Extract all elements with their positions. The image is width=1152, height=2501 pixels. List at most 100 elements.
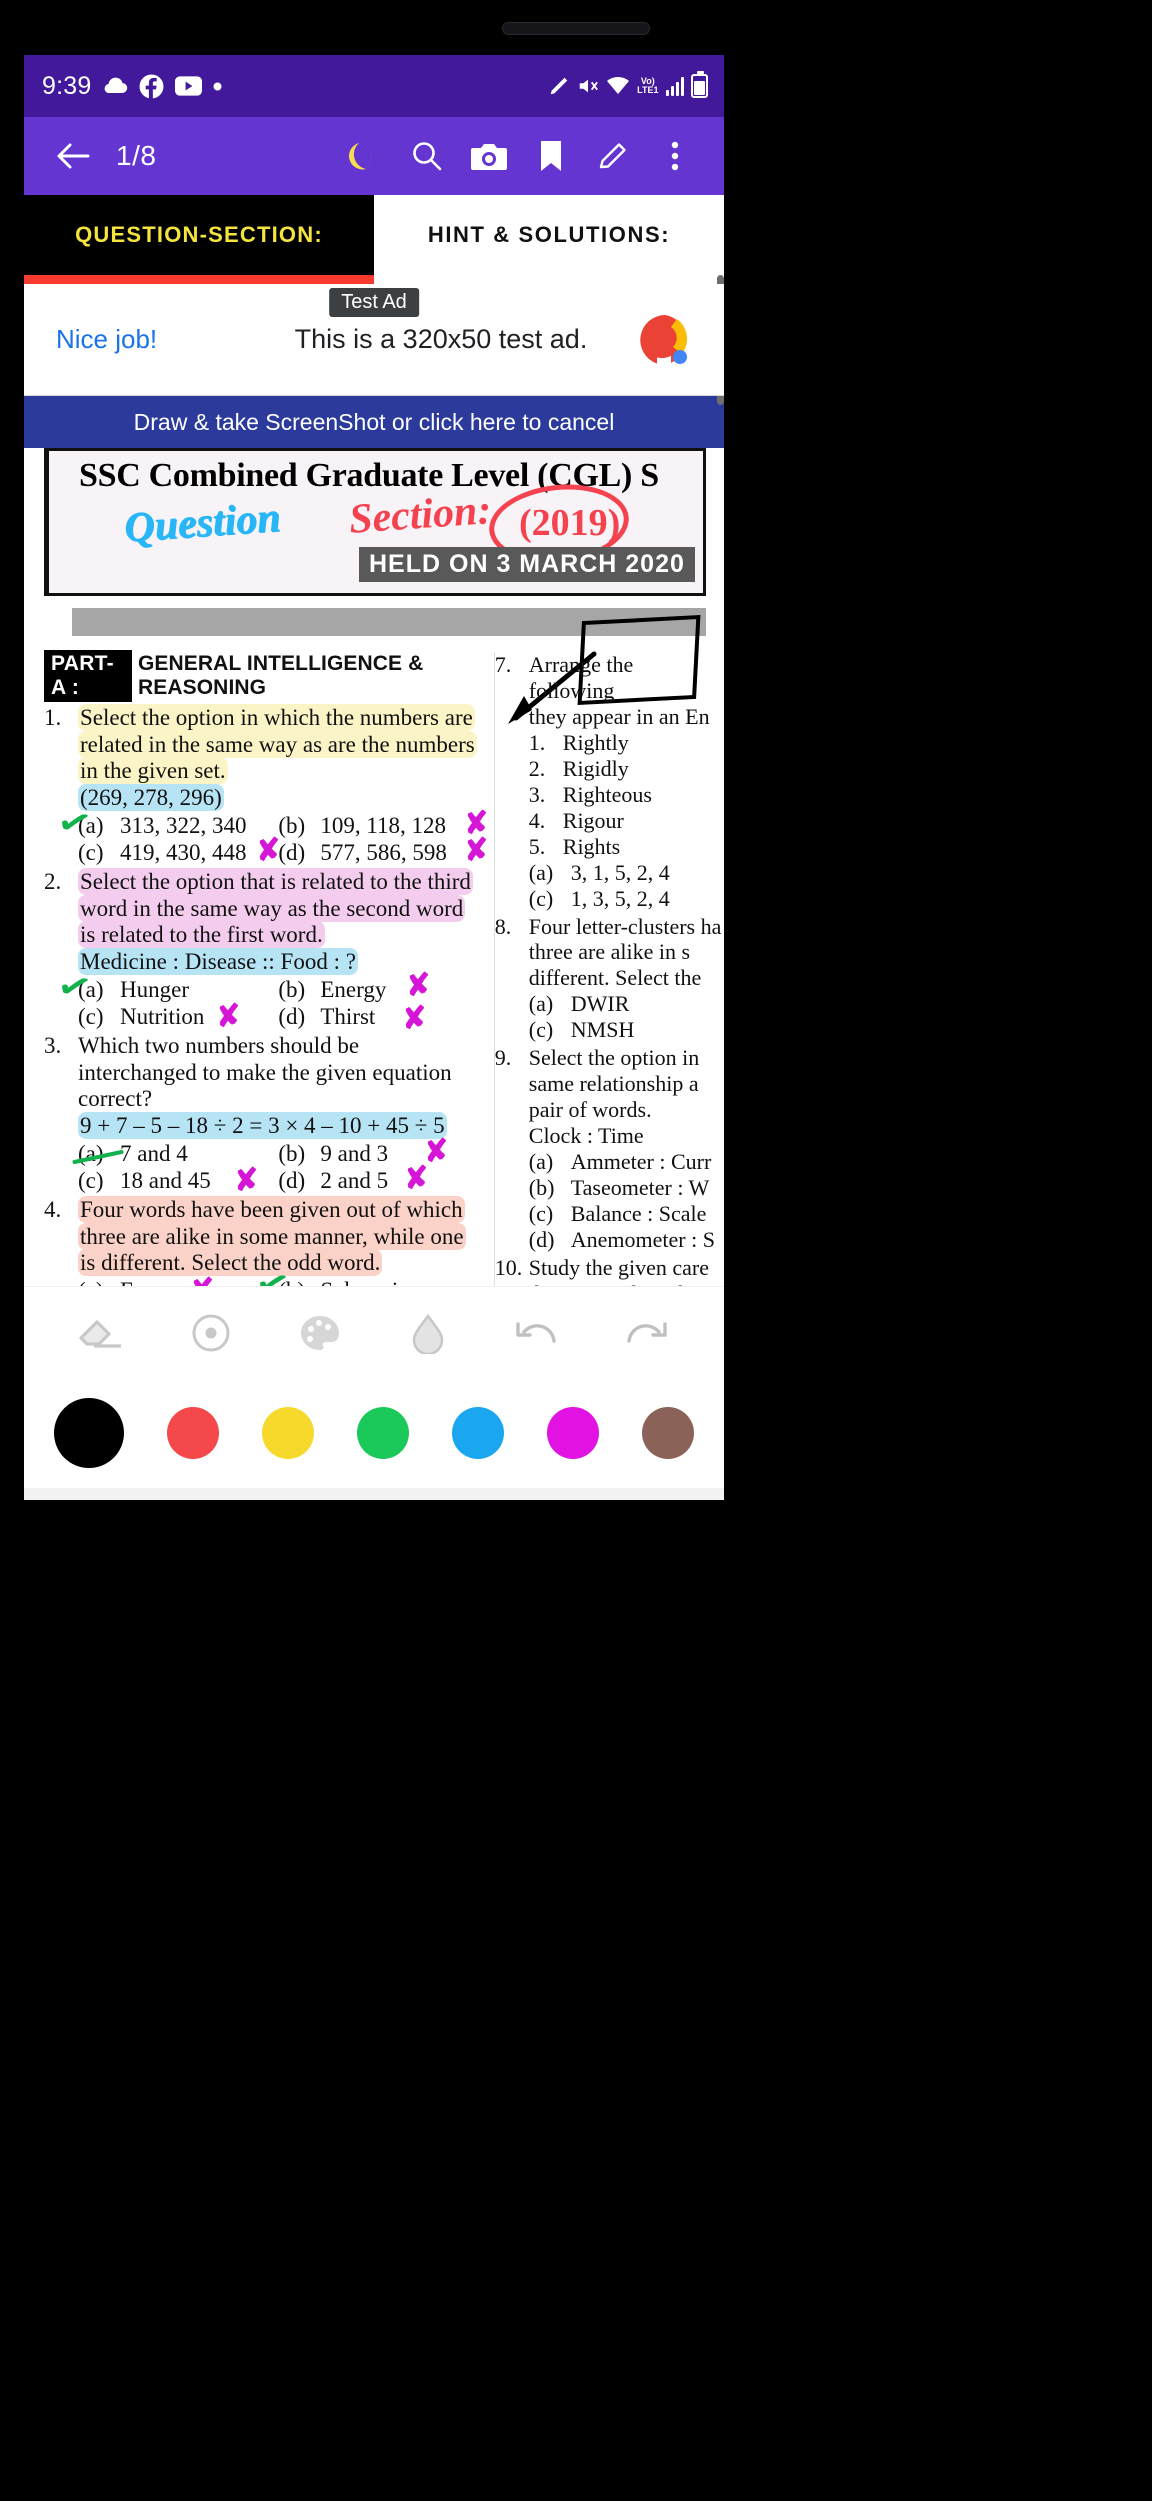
page-indicator: 1/8 xyxy=(116,140,157,171)
question-text-line3: different. Select the xyxy=(528,965,702,991)
question-item[interactable]: 2. Select the option that is related to … xyxy=(44,868,479,1037)
redo-icon[interactable] xyxy=(615,1302,677,1364)
option-text: 7 and 4 xyxy=(120,1140,188,1166)
question-column-left: PART-A : GENERAL INTELLIGENCE & REASONIN… xyxy=(44,650,491,1286)
option-c[interactable]: (c) 1, 3, 5, 2, 4 xyxy=(529,886,724,912)
part-a-tag: PART-A : xyxy=(44,650,132,702)
ad-banner[interactable]: Test Ad Nice job! This is a 320x50 test … xyxy=(24,284,724,396)
question-item[interactable]: 3. Which two numbers should be interchan… xyxy=(44,1033,479,1199)
bookmark-icon[interactable] xyxy=(520,125,582,187)
status-bar: 9:39 Vo) LTE1 xyxy=(24,55,724,117)
question-columns: PART-A : GENERAL INTELLIGENCE & REASONIN… xyxy=(24,650,724,1286)
held-on-label: HELD ON 3 MARCH 2020 xyxy=(359,547,695,582)
pencil-icon[interactable] xyxy=(582,125,644,187)
color-swatch-blue[interactable] xyxy=(452,1407,504,1459)
list-item: 4. Rigour xyxy=(528,807,624,833)
wifi-icon xyxy=(606,76,630,96)
facebook-icon xyxy=(139,74,164,99)
option-a[interactable]: (a) Hunger ✓ xyxy=(53,965,278,1010)
cross-mark-icon: ✘ xyxy=(400,1001,430,1037)
question-item[interactable]: 4. Four words have been given out of whi… xyxy=(44,1196,479,1286)
option-label: (c) xyxy=(78,1004,104,1030)
brush-size-icon[interactable] xyxy=(180,1302,242,1364)
palette-icon[interactable] xyxy=(289,1302,351,1364)
draw-screenshot-banner[interactable]: Draw & take ScreenShot or click here to … xyxy=(24,396,724,448)
option-d[interactable]: (d) 2 and 5 ✘ xyxy=(278,1161,478,1196)
color-swatch-yellow[interactable] xyxy=(262,1407,314,1459)
option-row: (a) Hunger ✓ (b) Energy ✘ xyxy=(53,965,479,1010)
phone-screen: 9:39 Vo) LTE1 1/8 QUESTION-SECTION: HINT… xyxy=(24,55,724,1500)
option-d[interactable]: (d) Thirst ✘ xyxy=(278,1001,478,1036)
option-c[interactable]: (c) 18 and 45 ✘ xyxy=(78,1163,278,1198)
color-swatch-red[interactable] xyxy=(167,1407,219,1459)
eraser-icon[interactable] xyxy=(71,1302,133,1364)
option-label: (d) xyxy=(278,1004,306,1030)
option-label: (a) xyxy=(78,812,104,838)
option-label: (b) xyxy=(278,1278,320,1286)
moon-icon[interactable] xyxy=(334,125,396,187)
search-icon[interactable] xyxy=(396,125,458,187)
question-item[interactable]: 8. Four letter-clusters ha three are ali… xyxy=(495,914,724,1044)
question-number: 3. xyxy=(44,1033,62,1059)
cross-mark-icon: ✘ xyxy=(402,1161,432,1197)
option-b[interactable]: (b) 9 and 3 ✘ xyxy=(278,1134,478,1169)
option-a[interactable]: (a) Ammeter : Curr xyxy=(529,1149,724,1175)
question-item[interactable]: 7. Arrange the following they appear in … xyxy=(495,652,724,912)
color-swatch-green[interactable] xyxy=(357,1407,409,1459)
android-nav-bar xyxy=(24,1488,724,1500)
option-label: (a) xyxy=(78,976,104,1002)
option-a[interactable]: (a)Ferry ✘ xyxy=(78,1273,278,1286)
option-c[interactable]: (c) Nutrition ✘ xyxy=(78,999,278,1034)
option-text: Energy xyxy=(320,976,387,1002)
back-arrow-icon[interactable] xyxy=(42,125,104,187)
question-item[interactable]: 9. Select the option in same relationshi… xyxy=(495,1045,724,1253)
question-column-right: 7. Arrange the following they appear in … xyxy=(487,650,724,1286)
question-item[interactable]: 10. Study the given care that can replac… xyxy=(495,1255,724,1286)
option-text: 419, 430, 448 xyxy=(120,840,247,866)
option-b[interactable]: (b) Energy ✘ xyxy=(278,967,478,1004)
question-number: 7. xyxy=(494,652,512,677)
option-text: Nutrition xyxy=(120,1004,205,1030)
cross-mark-icon: ✘ xyxy=(404,967,434,1003)
option-b[interactable]: (b)Submarine ✓ xyxy=(251,1262,478,1286)
tab-hint-solutions[interactable]: HINT & SOLUTIONS: xyxy=(374,195,724,275)
cross-mark-icon: ✘ xyxy=(188,1273,216,1286)
document-header-box: SSC Combined Graduate Level (CGL) S Ques… xyxy=(44,448,706,596)
camera-icon[interactable] xyxy=(458,125,520,187)
option-d[interactable]: (d) Anemometer : S xyxy=(529,1227,724,1253)
question-number: 2. xyxy=(44,869,62,895)
undo-icon[interactable] xyxy=(506,1302,568,1364)
question-text-line2: same relationship a xyxy=(528,1071,699,1097)
option-a[interactable]: (a) 313, 322, 340 ✓ xyxy=(53,801,278,846)
option-b[interactable]: (b) 109, 118, 128 ✘ xyxy=(278,805,491,840)
more-vertical-icon[interactable] xyxy=(644,125,706,187)
option-a[interactable]: (a) DWIR xyxy=(529,991,724,1017)
option-label: (d) xyxy=(278,840,306,866)
question-item[interactable]: 1. Select the option in which the number… xyxy=(44,704,491,869)
option-label: (a) xyxy=(78,1278,120,1286)
part-a-heading: PART-A : GENERAL INTELLIGENCE & REASONIN… xyxy=(44,650,479,702)
color-swatch-brown[interactable] xyxy=(642,1407,694,1459)
question-text-line2: they appear in an En xyxy=(528,703,710,729)
tab-question-section[interactable]: QUESTION-SECTION: xyxy=(24,195,374,284)
option-d[interactable]: (d) 577, 586, 598 ✘ xyxy=(278,833,491,868)
option-row: (a)Ferry ✘ (b)Submarine ✓ xyxy=(78,1262,479,1286)
opacity-icon[interactable] xyxy=(397,1302,459,1364)
question-number: 8. xyxy=(494,913,512,939)
option-label: (b) xyxy=(278,1140,306,1166)
drawing-tool-bar xyxy=(24,1286,724,1378)
document-viewer[interactable]: SSC Combined Graduate Level (CGL) S Ques… xyxy=(24,448,724,1286)
color-swatch-black[interactable] xyxy=(54,1398,124,1468)
cross-mark-icon: ✘ xyxy=(422,1133,452,1169)
ad-headline: Nice job! xyxy=(56,324,158,354)
option-c[interactable]: (c) NMSH xyxy=(529,1017,724,1043)
option-a[interactable]: (a) 3, 1, 5, 2, 4 xyxy=(529,860,724,886)
option-a[interactable]: (a) 7 and 4 xyxy=(72,1140,278,1168)
option-c[interactable]: (c) Balance : Scale xyxy=(529,1201,724,1227)
option-b[interactable]: (b) Taseometer : W xyxy=(529,1175,724,1201)
option-label: (c) xyxy=(78,1168,104,1194)
option-c[interactable]: (c) 419, 430, 448 ✘ xyxy=(78,833,283,868)
option-label: (b) xyxy=(278,812,306,838)
color-swatch-magenta[interactable] xyxy=(547,1407,599,1459)
ink-annotation-question: Question xyxy=(122,494,282,552)
